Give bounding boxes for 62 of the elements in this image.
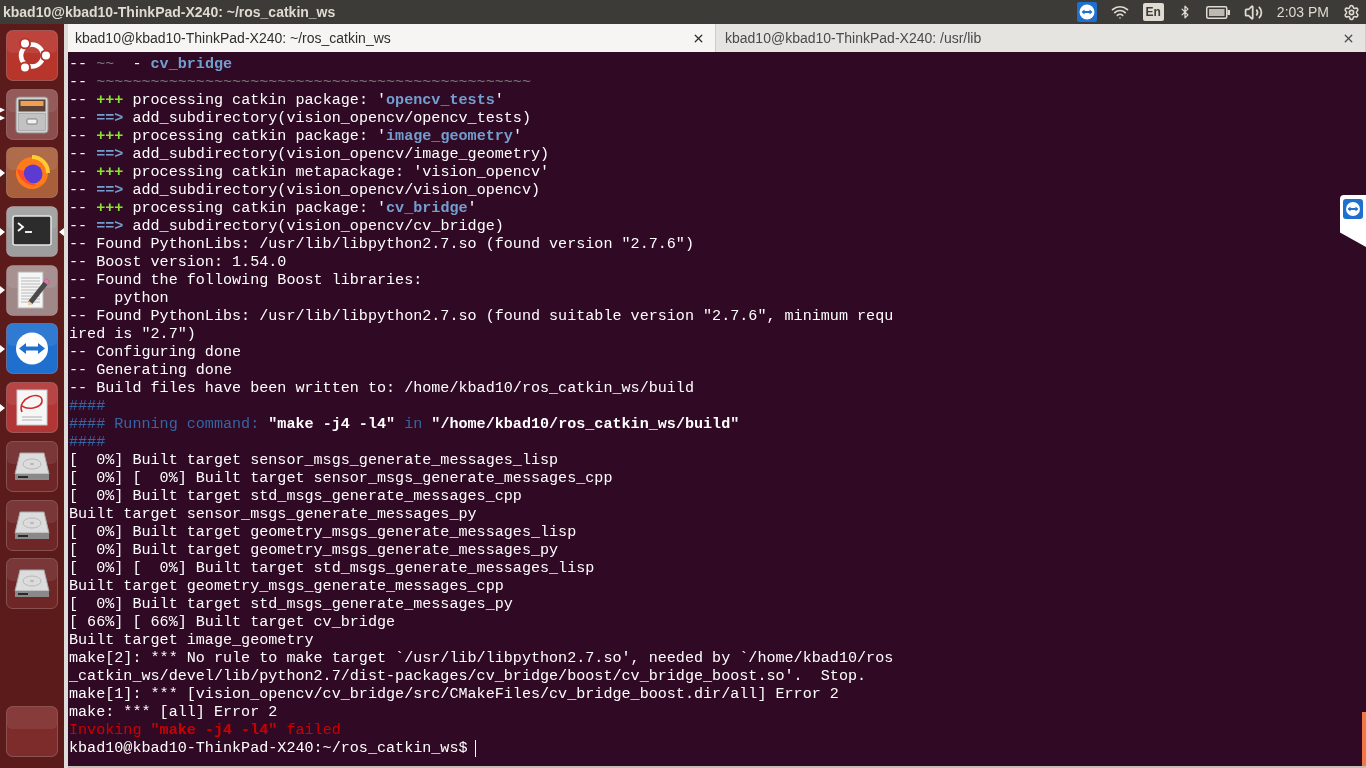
terminal-line: -- +++ processing catkin metapackage: 'vision_opencv' [69,163,550,181]
terminal-line: #### [69,397,106,415]
terminal-line: -- Found PythonLibs: /usr/lib/libpython2.7.so (found suitable version "2.7.6", minimum requ [69,307,894,325]
terminal-line: -- Found the following Boost libraries: [69,271,423,289]
terminal-line: make[1]: *** [vision_opencv/cv_bridge/src/CMakeFiles/cv_bridge_boost.dir/all] Error 2 [69,685,839,703]
terminal-line: Invoking "make -j4 -l4" failed [69,721,341,739]
terminal-line: Built target image_geometry [69,631,314,649]
terminal-line: -- +++ processing catkin package: 'opencv_tests' [69,91,504,109]
terminal-line: -- ==> add_subdirectory(vision_opencv/image_geometry) [69,145,550,163]
keyboard-layout-indicator[interactable]: En [1142,3,1164,21]
volume-icon[interactable] [1243,2,1263,22]
double-arrow-icon[interactable] [1076,2,1097,22]
terminal-line: #### Running command: "make -j4 -l4" in "/home/kbad10/ros_catkin_ws/build" [69,415,740,433]
tab[interactable]: kbad10@kbad10-ThinkPad-X240: /usr/lib [716,24,1366,52]
fox-globe-icon[interactable] [6,147,58,199]
battery-icon[interactable] [1205,5,1230,19]
terminal-line: #### [69,433,106,451]
terminal-icon[interactable] [6,206,58,258]
terminal-line: -- +++ processing catkin package: 'image_geometry' [69,127,522,145]
side-panel-tab[interactable] [1340,195,1366,247]
terminal-line: -- ==> add_subdirectory(vision_opencv/opencv_tests) [69,109,531,127]
terminal-line: ired is "2.7") [69,325,196,343]
terminal-line: -- ==> add_subdirectory(vision_opencv/cv_bridge) [69,217,504,235]
hard-drive-icon[interactable] [6,499,58,551]
tab[interactable]: kbad10@kbad10-ThinkPad-X240: ~/ros_catkin_ws [68,24,716,52]
terminal-line: -- Configuring done [69,343,242,361]
terminal-line: Built target geometry_msgs_generate_messages_cpp [69,577,504,595]
terminal-line: -- ~~ - cv_bridge [69,55,233,73]
window-title: kbad10@kbad10-ThinkPad-X240: ~/ros_catkin_ws [3,2,336,22]
terminal-line: -- +++ processing catkin package: 'cv_bridge' [69,199,477,217]
terminal-line: kbad10@kbad10-ThinkPad-X240:~/ros_catkin_ws$ [69,739,468,757]
terminal-line: [ 0%] Built target sensor_msgs_generate_messages_lisp [69,451,559,469]
clock[interactable]: 2:03 PM [1276,1,1329,23]
terminal[interactable] [68,52,1366,768]
terminal-line: [ 0%] Built target std_msgs_generate_messages_py [69,595,513,613]
terminal-line: _catkin_ws/devel/lib/python2.7/dist-packages/cv_bridge/boost/cv_bridge_boost.so'. Stop. [69,667,867,685]
hard-drive-icon[interactable] [6,558,58,610]
terminal-line: [ 0%] Built target geometry_msgs_generate_messages_py [69,541,559,559]
wifi-icon[interactable] [1110,3,1129,21]
document-icon[interactable] [6,382,58,434]
terminal-line: [ 0%] [ 0%] Built target std_msgs_generate_messages_lisp [69,559,595,577]
terminal-line: -- Generating done [69,361,233,379]
terminal-line: Built target sensor_msgs_generate_messages_py [69,505,477,523]
terminal-line: -- python [69,289,169,307]
ring-logo-icon[interactable] [6,30,58,81]
hard-drive-icon[interactable] [6,440,58,492]
terminal-line: make: *** [all] Error 2 [69,703,278,721]
terminal-line: [ 0%] Built target std_msgs_generate_messages_cpp [69,487,522,505]
terminal-line: [ 0%] [ 0%] Built target sensor_msgs_generate_messages_cpp [69,469,613,487]
terminal-line: -- Found PythonLibs: /usr/lib/libpython2.7.so (found version "2.7.6") [69,235,694,253]
file-cabinet-icon[interactable] [6,88,58,140]
scrollbar-thumb[interactable] [1362,712,1366,766]
terminal-line: -- Boost version: 1.54.0 [69,253,287,271]
settings-icon[interactable] [1343,3,1360,21]
terminal-line: -- ==> add_subdirectory(vision_opencv/vision_opencv) [69,181,541,199]
empty-tile-icon[interactable] [6,706,58,757]
terminal-line: [ 0%] Built target geometry_msgs_generate_messages_lisp [69,523,577,541]
terminal-line: -- ~~~~~~~~~~~~~~~~~~~~~~~~~~~~~~~~~~~~~~~~~~~~~~~~ [69,73,531,91]
terminal-line: -- Build files have been written to: /home/kbad10/ros_catkin_ws/build [69,379,694,397]
notepad-pencil-icon[interactable] [6,264,58,316]
terminal-line: make[2]: *** No rule to make target `/usr/lib/libpython2.7.so', needed by `/home/kbad10/ros [69,649,894,667]
terminal-line: [ 66%] [ 66%] Built target cv_bridge [69,613,396,631]
